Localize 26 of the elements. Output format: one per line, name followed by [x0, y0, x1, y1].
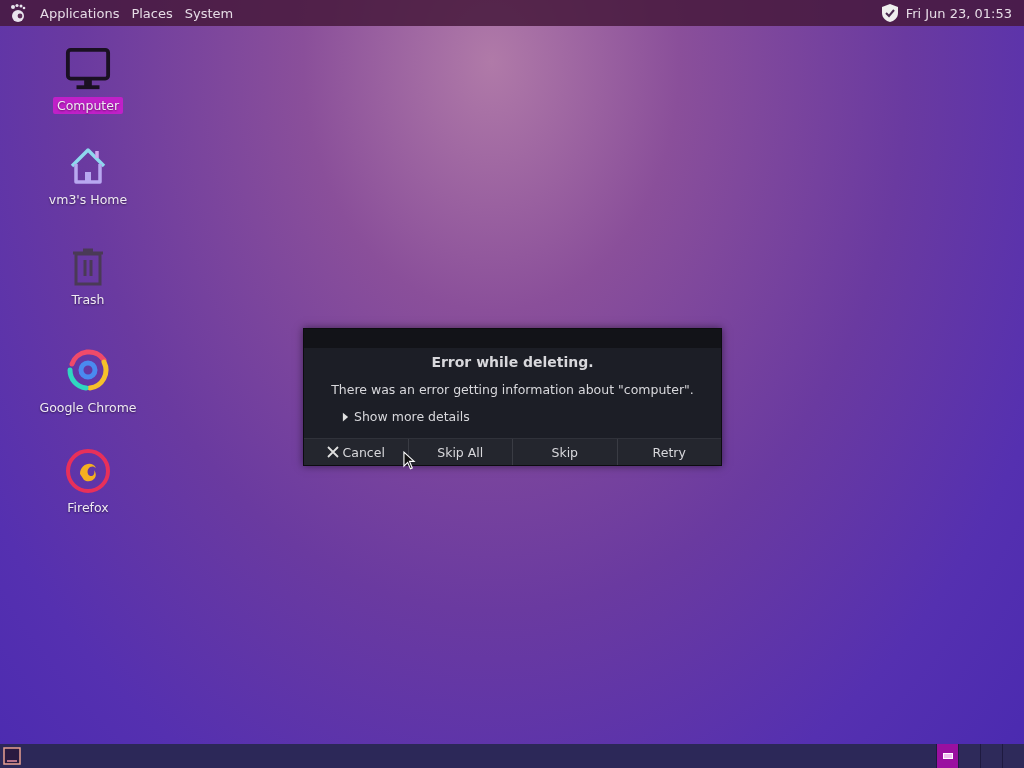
workspace-switcher-cell[interactable]	[936, 744, 958, 768]
panel-menu[interactable]: Places	[125, 5, 179, 21]
desktop-icon-label[interactable]: Google Chrome	[35, 399, 141, 416]
cancel-button[interactable]: Cancel	[304, 439, 409, 465]
firefox-icon[interactable]	[64, 446, 112, 494]
expander-arrow-icon	[342, 411, 349, 422]
desktop-icon-label[interactable]: Trash	[67, 291, 109, 308]
dialog-title: Error while deleting.	[431, 354, 594, 370]
clock[interactable]: Fri Jun 23, 01:53	[905, 5, 1016, 21]
window-thumbnail-icon	[942, 753, 953, 759]
desktop-icon-label[interactable]: vm3's Home	[44, 191, 132, 208]
desktop-icon-label[interactable]: Computer	[52, 97, 124, 114]
dialog-button[interactable]: Skip All	[408, 439, 513, 465]
close-icon	[326, 446, 339, 458]
dialog-button[interactable]: Retry	[617, 439, 721, 465]
desktop-icon-label[interactable]: Firefox	[63, 499, 113, 516]
house-icon[interactable]	[68, 146, 108, 186]
shield-check-icon[interactable]	[879, 3, 900, 23]
show-desktop-icon[interactable]	[2, 746, 22, 766]
foot-logo-icon[interactable]	[8, 3, 28, 23]
details-expander[interactable]: Show more details	[342, 409, 470, 424]
panel-menu[interactable]: System	[178, 5, 240, 21]
panel-menu[interactable]: Applications	[34, 5, 126, 21]
error-message: There was an error getting information about "computer".	[331, 382, 694, 397]
monitor-icon[interactable]	[65, 46, 111, 92]
dialog-button[interactable]: Skip	[513, 439, 618, 465]
